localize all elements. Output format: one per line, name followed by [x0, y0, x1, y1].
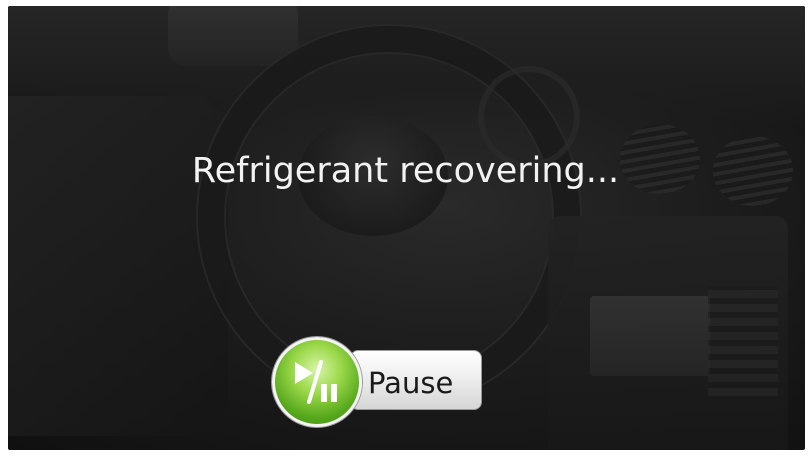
pause-button[interactable]: Pause	[272, 337, 484, 427]
play-pause-icon[interactable]	[272, 337, 362, 427]
console-display-decoration	[590, 296, 710, 376]
console-keys-decoration	[708, 286, 778, 396]
status-message: Refrigerant recovering...	[191, 151, 620, 191]
pause-button-label[interactable]: Pause	[368, 366, 453, 400]
rearview-mirror-decoration	[168, 6, 298, 66]
door-panel-decoration	[8, 96, 228, 436]
